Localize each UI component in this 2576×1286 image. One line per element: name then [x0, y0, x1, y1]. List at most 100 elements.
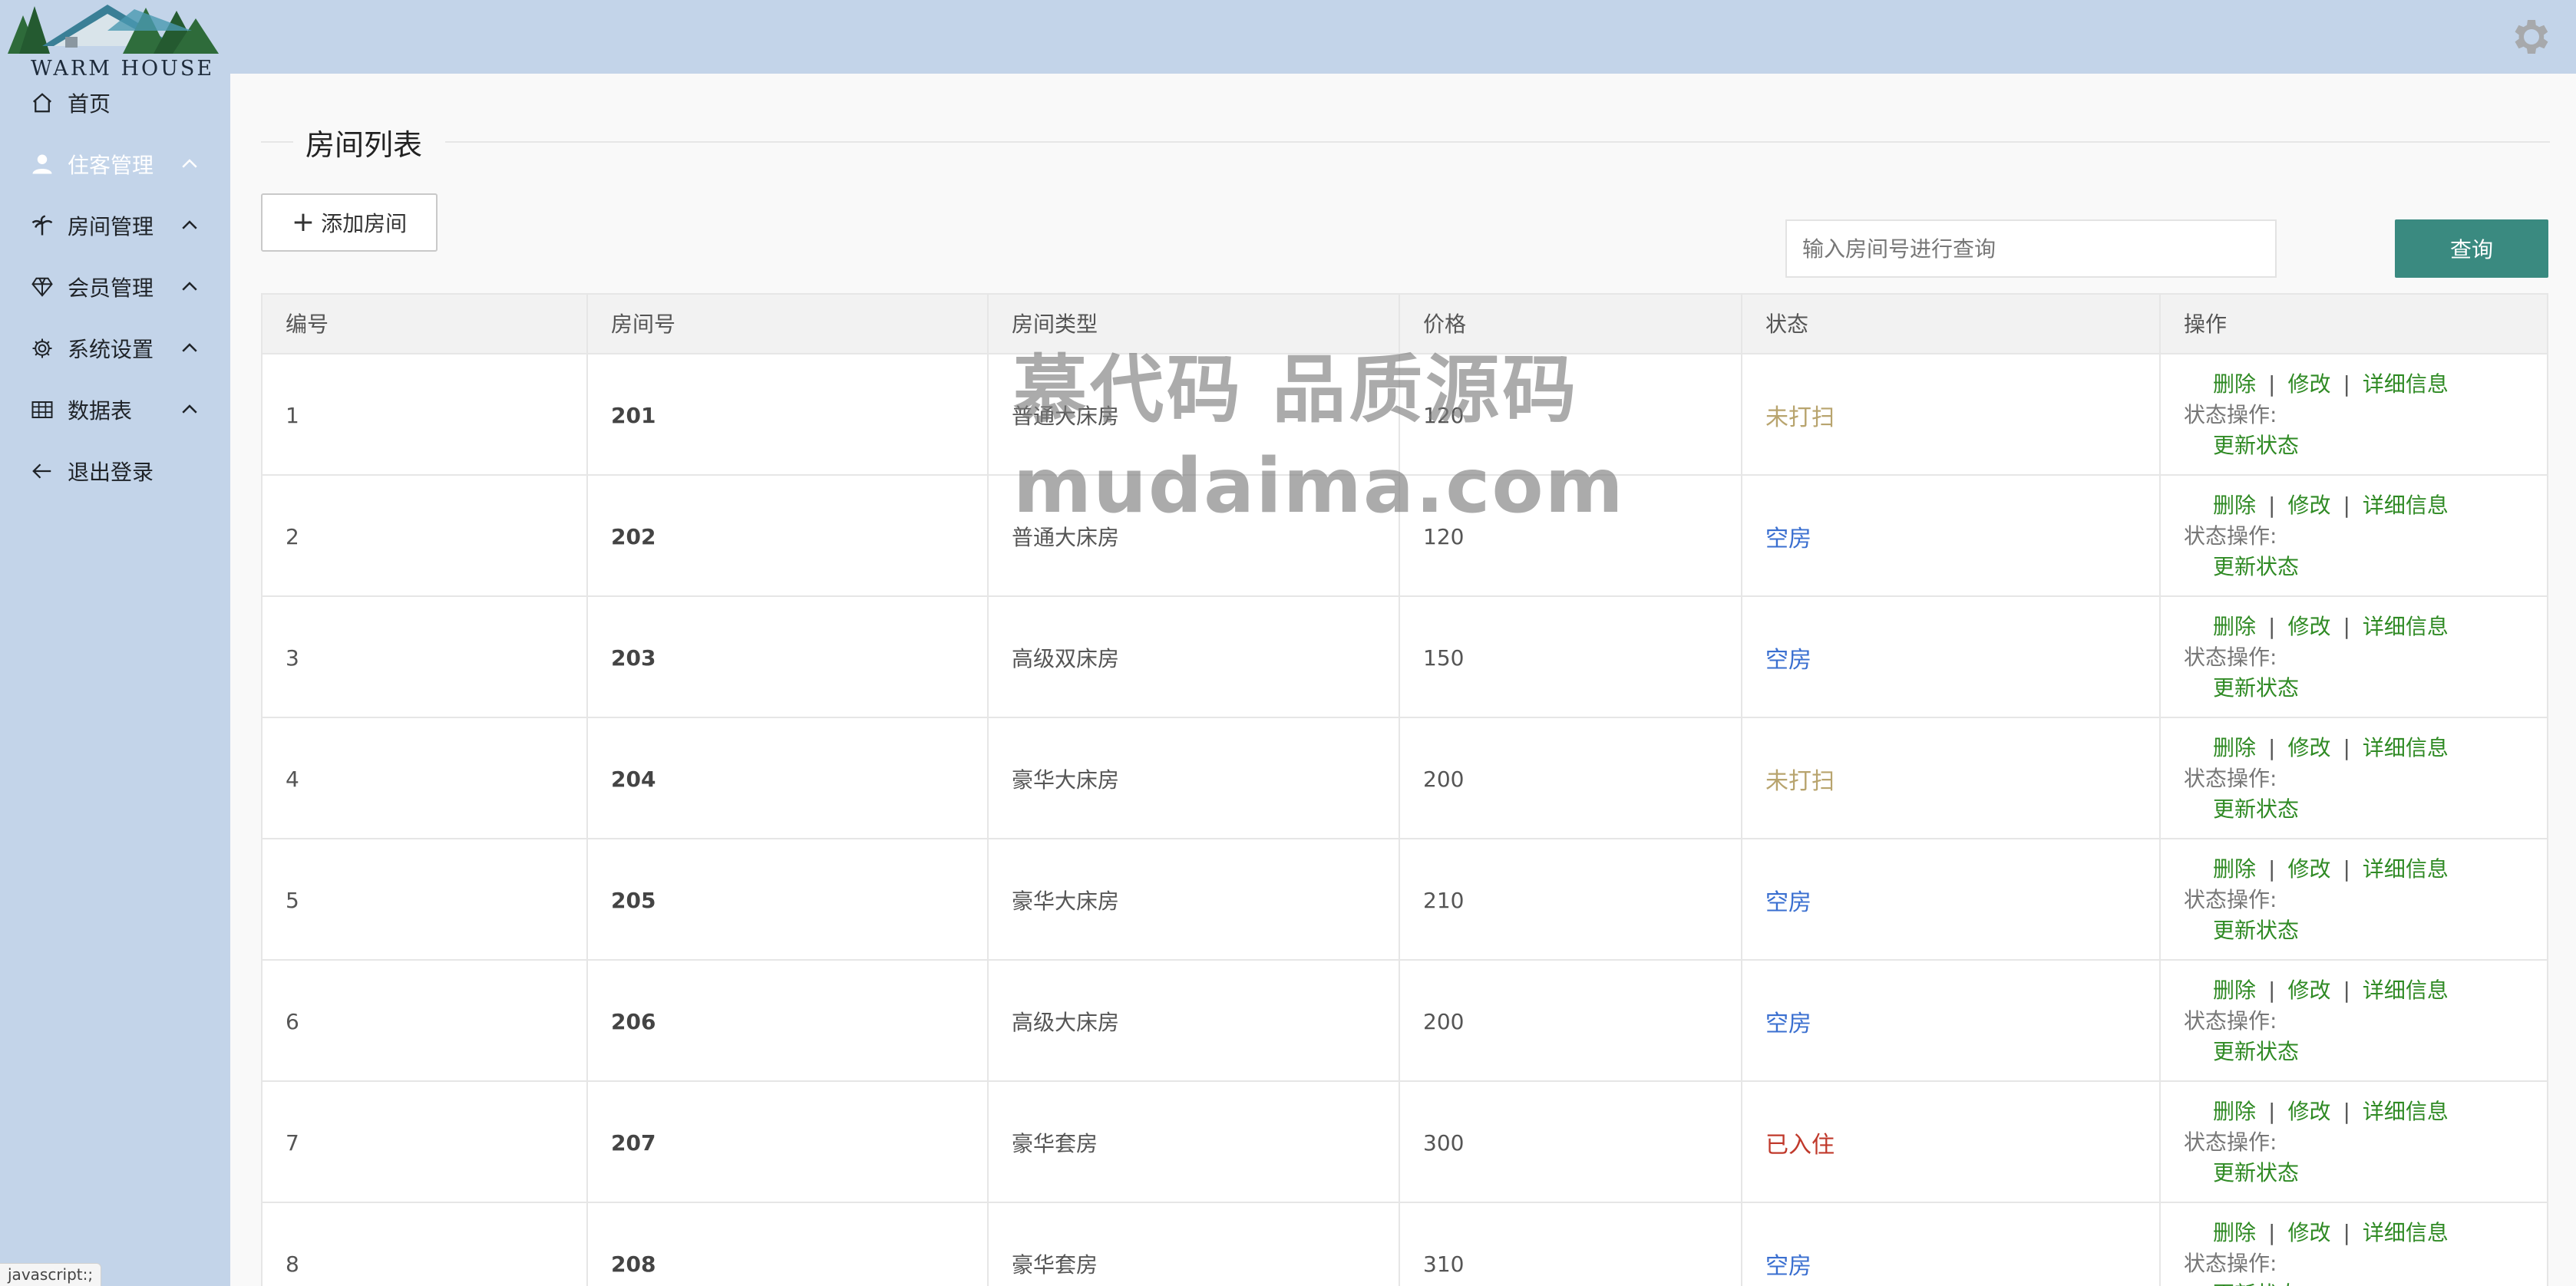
- update-status-link[interactable]: 更新状态: [2213, 675, 2299, 701]
- edit-link[interactable]: 修改: [2287, 614, 2330, 639]
- delete-link[interactable]: 删除: [2213, 978, 2256, 1003]
- delete-link[interactable]: 删除: [2213, 856, 2256, 882]
- cell-status-container: 空房: [1742, 476, 2161, 597]
- delete-link[interactable]: 删除: [2213, 371, 2256, 397]
- table-icon: [29, 397, 55, 423]
- update-status-link[interactable]: 更新状态: [2213, 918, 2299, 943]
- sidebar-item-home[interactable]: 首页: [0, 80, 230, 126]
- detail-link[interactable]: 详细信息: [2363, 371, 2449, 397]
- delete-link[interactable]: 删除: [2213, 735, 2256, 760]
- update-status-link[interactable]: 更新状态: [2213, 1160, 2299, 1185]
- update-status-link[interactable]: 更新状态: [2213, 554, 2299, 579]
- house-trees-logo-icon: [8, 5, 219, 54]
- delete-link[interactable]: 删除: [2213, 614, 2256, 639]
- cell-actions: 删除 | 修改 | 详细信息 状态操作: 更新状态: [2161, 839, 2547, 961]
- column-header-status: 状态: [1742, 295, 2161, 354]
- separator: |: [2268, 1099, 2276, 1124]
- sidebar-item-guest-management[interactable]: 住客管理: [0, 141, 230, 187]
- browser-status-url: javascript:;: [0, 1263, 102, 1286]
- cell-price: 150: [1400, 597, 1742, 718]
- search-button[interactable]: 查询: [2395, 219, 2548, 278]
- sidebar-item-logout[interactable]: 退出登录: [0, 448, 230, 494]
- gear-icon: [29, 335, 55, 361]
- sidebar-item-member-management[interactable]: 会员管理: [0, 264, 230, 310]
- cell-room-number: 207: [588, 1082, 989, 1203]
- detail-link[interactable]: 详细信息: [2363, 1099, 2449, 1124]
- detail-link[interactable]: 详细信息: [2363, 856, 2449, 882]
- cell-price: 120: [1400, 476, 1742, 597]
- sidebar-item-room-management[interactable]: 房间管理: [0, 203, 230, 249]
- status-text: 空房: [1765, 1253, 1811, 1280]
- separator: |: [2343, 371, 2350, 397]
- add-room-button[interactable]: + 添加房间: [261, 193, 438, 252]
- chevron-up-icon: [182, 343, 197, 352]
- warm-house-logo[interactable]: WARM HOUSE: [0, 0, 230, 84]
- arrow-left-icon: [29, 458, 55, 484]
- cell-actions: 删除 | 修改 | 详细信息 状态操作: 更新状态: [2161, 1203, 2547, 1286]
- settings-gear-icon[interactable]: [2508, 14, 2555, 60]
- user-icon: [29, 151, 55, 177]
- update-status-link[interactable]: 更新状态: [2213, 1281, 2299, 1286]
- add-room-button-label: 添加房间: [321, 211, 408, 236]
- update-status-link[interactable]: 更新状态: [2213, 1039, 2299, 1064]
- cell-room-number: 203: [588, 597, 989, 718]
- cell-status-container: 空房: [1742, 961, 2161, 1082]
- table-row: 8 208 豪华套房 310 空房 删除 | 修改 | 详细信息 状态操作: 更新状态: [263, 1203, 2547, 1286]
- chevron-up-icon: [182, 404, 197, 414]
- update-status-link[interactable]: 更新状态: [2213, 796, 2299, 822]
- separator: |: [2268, 735, 2276, 760]
- sidebar-item-label: 数据表: [68, 398, 133, 424]
- cell-room-type: 豪华大床房: [989, 839, 1400, 961]
- column-header-room-type: 房间类型: [989, 295, 1400, 354]
- column-header-id: 编号: [263, 295, 588, 354]
- column-header-price: 价格: [1400, 295, 1742, 354]
- page-title: 房间列表: [305, 128, 423, 162]
- status-ops-label: 状态操作:: [2184, 645, 2277, 670]
- detail-link[interactable]: 详细信息: [2363, 978, 2449, 1003]
- edit-link[interactable]: 修改: [2287, 1099, 2330, 1124]
- edit-link[interactable]: 修改: [2287, 856, 2330, 882]
- delete-link[interactable]: 删除: [2213, 493, 2256, 518]
- sidebar-item-system-settings[interactable]: 系统设置: [0, 325, 230, 371]
- update-status-link[interactable]: 更新状态: [2213, 433, 2299, 458]
- detail-link[interactable]: 详细信息: [2363, 614, 2449, 639]
- cell-room-number: 204: [588, 718, 989, 839]
- detail-link[interactable]: 详细信息: [2363, 493, 2449, 518]
- table-header: 编号 房间号 房间类型 价格 状态 操作: [263, 295, 2547, 354]
- sidebar-item-label: 退出登录: [68, 460, 154, 485]
- edit-link[interactable]: 修改: [2287, 978, 2330, 1003]
- chevron-up-icon: [182, 159, 197, 168]
- status-text: 空房: [1765, 526, 1811, 552]
- detail-link[interactable]: 详细信息: [2363, 735, 2449, 760]
- detail-link[interactable]: 详细信息: [2363, 1220, 2449, 1245]
- status-ops-label: 状态操作:: [2184, 1008, 2277, 1034]
- room-number-search-input[interactable]: [1785, 219, 2277, 278]
- delete-link[interactable]: 删除: [2213, 1099, 2256, 1124]
- cell-actions: 删除 | 修改 | 详细信息 状态操作: 更新状态: [2161, 718, 2547, 839]
- cell-price: 300: [1400, 1082, 1742, 1203]
- sidebar-item-label: 住客管理: [68, 153, 154, 178]
- sidebar-item-data-tables[interactable]: 数据表: [0, 387, 230, 433]
- separator: |: [2343, 493, 2350, 518]
- separator: |: [2268, 978, 2276, 1003]
- edit-link[interactable]: 修改: [2287, 371, 2330, 397]
- plus-icon: +: [291, 206, 315, 238]
- diamond-icon: [29, 274, 55, 300]
- delete-link[interactable]: 删除: [2213, 1220, 2256, 1245]
- separator: |: [2343, 735, 2350, 760]
- status-ops-label: 状态操作:: [2184, 1129, 2277, 1155]
- cell-status-container: 已入住: [1742, 1082, 2161, 1203]
- separator: |: [2343, 978, 2350, 1003]
- column-header-room-number: 房间号: [588, 295, 989, 354]
- cell-room-type: 普通大床房: [989, 476, 1400, 597]
- status-ops-label: 状态操作:: [2184, 1251, 2277, 1276]
- edit-link[interactable]: 修改: [2287, 493, 2330, 518]
- cell-id: 4: [263, 718, 588, 839]
- sidebar-item-label: 会员管理: [68, 275, 154, 301]
- home-icon: [29, 90, 55, 116]
- edit-link[interactable]: 修改: [2287, 1220, 2330, 1245]
- table-row: 3 203 高级双床房 150 空房 删除 | 修改 | 详细信息 状态操作: 更新状态: [263, 597, 2547, 718]
- cell-room-type: 豪华套房: [989, 1082, 1400, 1203]
- cell-status-container: 未打扫: [1742, 354, 2161, 476]
- edit-link[interactable]: 修改: [2287, 735, 2330, 760]
